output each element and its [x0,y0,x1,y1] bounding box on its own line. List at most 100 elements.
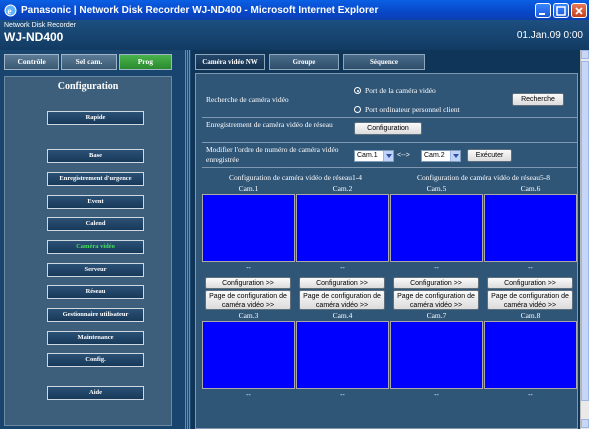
nav-base[interactable]: Base [47,149,144,163]
nav-maintenance[interactable]: Maintenance [47,331,144,345]
registration-label: Enregistrement de caméra vidéo de réseau [206,120,333,129]
camera-view[interactable] [390,321,483,389]
radio-client-pc-port-label: Port ordinateur personnel client [365,105,460,114]
mode-tab-sel-cam[interactable]: Sel cam. [61,54,117,70]
search-row: Recherche de caméra vidéo Port de la cam… [202,82,577,118]
reorder-from-select[interactable]: Cam.1 [354,150,394,162]
camera-config-button[interactable]: Configuration >> [487,277,573,289]
camera-cell: Cam.7 -- [390,311,483,402]
nav-serveur[interactable]: Serveur [47,263,144,277]
registration-row: Enregistrement de caméra vidéo de réseau… [202,118,577,143]
scroll-up-button[interactable] [581,50,589,59]
chevron-down-icon [383,151,393,161]
execute-button[interactable]: Exécuter [467,149,512,162]
camera-view[interactable] [390,194,483,262]
nav-aide[interactable]: Aide [47,386,144,400]
camera-page-button[interactable]: Page de configuration de caméra vidéo >> [205,290,291,310]
radio-camera-port-label: Port de la caméra vidéo [365,86,436,95]
camera-name: Cam.8 [520,311,541,320]
configuration-menu: Configuration Rapide Base Enregistrement… [4,76,172,426]
camera-name: Cam.6 [520,184,541,193]
reorder-row: Modifier l'ordre de numéro de caméra vid… [202,143,577,168]
camera-status: -- [340,392,345,399]
camera-status: -- [528,265,533,272]
camera-config-button[interactable]: Configuration >> [299,277,385,289]
search-button[interactable]: Recherche [512,93,564,106]
minimize-icon [539,12,545,15]
model-name: WJ-ND400 [4,30,64,44]
svg-text:e: e [8,6,12,16]
camera-status: -- [434,392,439,399]
main-content: Caméra vidéo NW Groupe Séquence Recherch… [191,50,580,429]
camera-cell: Cam.3 -- [202,311,295,402]
camera-view[interactable] [484,194,577,262]
camera-status: -- [528,392,533,399]
camera-cell: Cam.2 -- Configuration >> Page de config… [296,184,389,310]
nav-calend[interactable]: Calend [47,217,144,231]
maximize-icon [556,5,566,16]
camera-view[interactable] [296,194,389,262]
reorder-to-select[interactable]: Cam.2 [421,150,461,162]
mode-tab-controle[interactable]: Contrôle [4,54,60,70]
camera-view[interactable] [202,321,295,389]
camera-name: Cam.5 [426,184,447,193]
close-icon [575,6,583,15]
app-header: Network Disk Recorder WJ-ND400 01.Jan.09… [0,20,589,50]
reorder-from-value: Cam.1 [357,152,378,159]
camera-page-button[interactable]: Page de configuration de caméra vidéo >> [299,290,385,310]
nav-event[interactable]: Event [47,195,144,209]
camera-name: Cam.4 [332,311,353,320]
camera-name: Cam.7 [426,311,447,320]
camera-name: Cam.3 [238,311,259,320]
nav-enregistrement-urgence[interactable]: Enregistrement d'urgence [47,172,144,186]
nav-camera-video[interactable]: Caméra vidéo [47,240,144,254]
radio-selected-icon [354,87,361,94]
configuration-title: Configuration [57,81,119,92]
camera-cell: Cam.1 -- Configuration >> Page de config… [202,184,295,310]
camera-view[interactable] [296,321,389,389]
registration-config-button[interactable]: Configuration [354,122,422,135]
close-button[interactable] [571,2,587,18]
tab-sequence[interactable]: Séquence [343,54,425,70]
camera-status: -- [246,392,251,399]
radio-camera-port[interactable]: Port de la caméra vidéo [354,86,436,95]
nav-reseau[interactable]: Réseau [47,285,144,299]
content-tabs: Caméra vidéo NW Groupe Séquence [195,54,429,72]
minimize-button[interactable] [535,2,551,18]
scroll-thumb[interactable] [581,61,589,401]
radio-client-pc-port[interactable]: Port ordinateur personnel client [354,105,460,114]
vertical-scrollbar[interactable] [580,50,589,429]
camera-view[interactable] [202,194,295,262]
radio-unselected-icon [354,106,361,113]
camera-config-button[interactable]: Configuration >> [393,277,479,289]
camera-config-button[interactable]: Configuration >> [205,277,291,289]
camera-name: Cam.2 [332,184,353,193]
camera-settings-panel: Recherche de caméra vidéo Port de la cam… [195,73,578,429]
camera-view[interactable] [484,321,577,389]
group-header-5-8: Configuration de caméra vidéo de réseau5… [416,173,551,182]
search-label: Recherche de caméra vidéo [206,95,289,104]
chevron-down-icon [450,151,460,161]
camera-page-button[interactable]: Page de configuration de caméra vidéo >> [393,290,479,310]
datetime-display: 01.Jan.09 0:00 [516,30,583,41]
camera-cell: Cam.5 -- Configuration >> Page de config… [390,184,483,310]
reorder-label: Modifier l'ordre de numéro de caméra vid… [206,145,339,164]
camera-name: Cam.1 [238,184,259,193]
nav-config[interactable]: Config. [47,353,144,367]
maximize-button[interactable] [553,2,569,18]
camera-page-button[interactable]: Page de configuration de caméra vidéo >> [487,290,573,310]
camera-cell: Cam.8 -- [484,311,577,402]
camera-status: -- [246,265,251,272]
mode-tab-prog[interactable]: Prog [118,54,172,70]
product-name: Network Disk Recorder [4,22,76,29]
internet-explorer-icon: e [4,4,17,16]
tab-groupe[interactable]: Groupe [269,54,339,70]
scroll-down-button[interactable] [581,419,589,428]
left-panel: Contrôle Sel cam. Prog Configuration Rap… [0,50,185,429]
nav-rapide[interactable]: Rapide [47,111,144,125]
window-title: Panasonic | Network Disk Recorder WJ-ND4… [21,4,379,16]
camera-cell: Cam.6 -- Configuration >> Page de config… [484,184,577,310]
camera-status: -- [340,265,345,272]
tab-camera-video-nw[interactable]: Caméra vidéo NW [195,54,265,70]
nav-gestionnaire-utilisateur[interactable]: Gestionnaire utilisateur [47,308,144,322]
